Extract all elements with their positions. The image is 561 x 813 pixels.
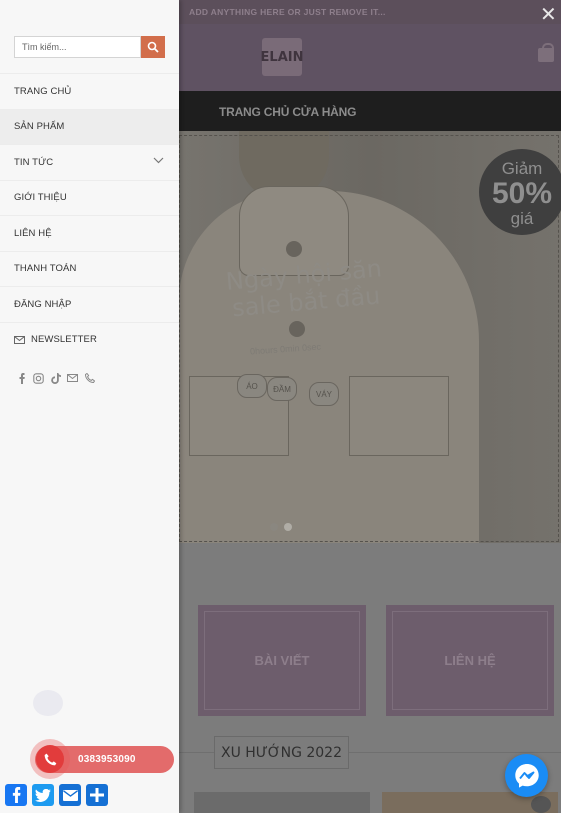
slider-dots <box>270 523 292 531</box>
share-bar <box>5 784 108 806</box>
sidebar-item-about[interactable]: GIỚI THIỆU <box>0 179 179 216</box>
sidebar-item-label: NEWSLETTER <box>31 334 97 346</box>
sale-badge-bottom: giá <box>510 209 534 228</box>
sale-badge: Giảm 50% giá <box>479 149 561 235</box>
slider-dot[interactable] <box>270 523 278 531</box>
cart-icon[interactable] <box>538 43 554 62</box>
divider <box>179 752 214 753</box>
phone-icon <box>44 753 56 765</box>
product-card[interactable] <box>194 792 370 813</box>
site-logo[interactable]: ELAIN <box>261 38 303 76</box>
sidebar-item-label: LIÊN HỆ <box>14 227 52 239</box>
facebook-share-icon[interactable] <box>5 784 27 806</box>
sidebar-item-home[interactable]: TRANG CHỦ <box>0 73 179 109</box>
nav-item-store-home[interactable]: TRANG CHỦ CỬA HÀNG <box>219 105 356 119</box>
box-contact-label: LIÊN HỆ <box>392 611 548 710</box>
sidebar-item-products[interactable]: SẢN PHẨM <box>0 108 179 144</box>
sale-badge-top: Giảm <box>501 159 543 178</box>
sidebar-item-label: TIN TỨC <box>14 156 54 168</box>
search-form <box>14 36 165 58</box>
close-icon[interactable]: ✕ <box>540 4 557 24</box>
box-articles-label: BÀI VIẾT <box>204 611 360 710</box>
mail-icon <box>14 335 25 344</box>
phone-icon[interactable] <box>84 372 95 384</box>
tag-ao-button[interactable]: ÁO <box>237 374 267 398</box>
sale-badge-value: 50% <box>491 177 553 210</box>
tag-vay-button[interactable]: VÁY <box>309 382 339 406</box>
social-links <box>16 372 95 384</box>
chevron-down-icon <box>153 157 164 164</box>
sidebar-menu: TRANG CHỦ SẢN PHẨM TIN TỨC GIỚI THIỆU LI… <box>0 0 179 813</box>
wishlist-heart-icon[interactable] <box>531 796 551 813</box>
sidebar-item-label: ĐĂNG NHẬP <box>14 298 72 310</box>
sidebar-item-news[interactable]: TIN TỨC <box>0 144 179 180</box>
messenger-button[interactable] <box>505 754 548 797</box>
twitter-share-icon[interactable] <box>32 784 54 806</box>
sidebar-item-label: GIỚI THIỆU <box>14 192 67 204</box>
instagram-icon[interactable] <box>33 372 44 384</box>
facebook-icon[interactable] <box>16 372 27 384</box>
call-button[interactable] <box>36 745 64 773</box>
box-articles[interactable]: BÀI VIẾT <box>198 605 366 716</box>
sidebar-item-label: SẢN PHẨM <box>14 121 65 133</box>
email-share-icon[interactable] <box>59 784 81 806</box>
slider-dot-active[interactable] <box>284 523 292 531</box>
sidebar-nav: TRANG CHỦ SẢN PHẨM TIN TỨC GIỚI THIỆU LI… <box>0 73 179 357</box>
call-phone-number[interactable]: 0383953090 <box>78 754 136 765</box>
email-icon[interactable] <box>67 372 78 384</box>
sidebar-item-label: TRANG CHỦ <box>14 85 72 97</box>
top-bar-text: ADD ANYTHING HERE OR JUST REMOVE IT... <box>189 7 386 17</box>
sidebar-item-label: THANH TOÁN <box>14 263 77 275</box>
tiktok-icon[interactable] <box>50 372 61 384</box>
box-contact[interactable]: LIÊN HỆ <box>386 605 554 716</box>
search-icon <box>147 41 159 53</box>
divider <box>349 752 561 753</box>
sidebar-item-newsletter[interactable]: NEWSLETTER <box>0 321 179 358</box>
section-title: XU HƯỚNG 2022 <box>214 736 349 769</box>
tag-dam-button[interactable]: ĐẦM <box>267 377 297 401</box>
sidebar-item-login[interactable]: ĐĂNG NHẬP <box>0 286 179 322</box>
search-button[interactable] <box>141 36 165 58</box>
chat-bubble-icon <box>33 690 63 716</box>
sidebar-item-checkout[interactable]: THANH TOÁN <box>0 250 179 287</box>
messenger-icon <box>514 763 539 788</box>
search-input[interactable] <box>14 36 141 58</box>
more-share-icon[interactable] <box>86 784 108 806</box>
sidebar-item-contact[interactable]: LIÊN HỆ <box>0 215 179 251</box>
